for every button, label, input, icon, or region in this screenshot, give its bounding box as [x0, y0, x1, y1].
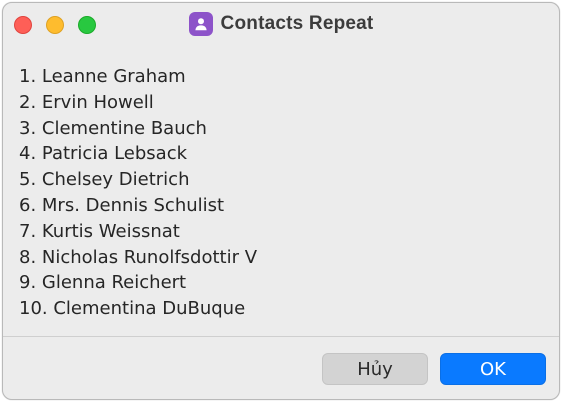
contacts-icon — [188, 12, 213, 36]
list-item: 2. Ervin Howell — [19, 91, 154, 113]
list-item: 6. Mrs. Dennis Schulist — [19, 194, 225, 216]
dialog-window: Contacts Repeat 1. Leanne Graham 2. Ervi… — [2, 2, 560, 400]
cancel-button[interactable]: Hủy — [322, 353, 428, 385]
contact-list: 1. Leanne Graham 2. Ervin Howell 3. Clem… — [19, 64, 257, 322]
list-item: 8. Nicholas Runolfsdottir V — [19, 246, 258, 268]
window-title-group: Contacts Repeat — [3, 3, 559, 45]
list-item: 10. Clementina DuBuque — [19, 298, 246, 320]
list-item: 1. Leanne Graham — [19, 66, 186, 87]
list-item: 3. Clementine Bauch — [19, 117, 207, 139]
list-item: 7. Kurtis Weissnat — [19, 220, 180, 242]
divider — [3, 336, 559, 337]
list-item: 4. Patricia Lebsack — [19, 143, 188, 165]
person-icon — [194, 18, 207, 31]
window-title: Contacts Repeat — [220, 13, 374, 34]
list-item: 9. Glenna Reichert — [19, 272, 187, 294]
list-item: 5. Chelsey Dietrich — [19, 169, 190, 191]
ok-button[interactable]: OK — [440, 353, 546, 385]
title-bar[interactable]: Contacts Repeat — [3, 3, 559, 45]
